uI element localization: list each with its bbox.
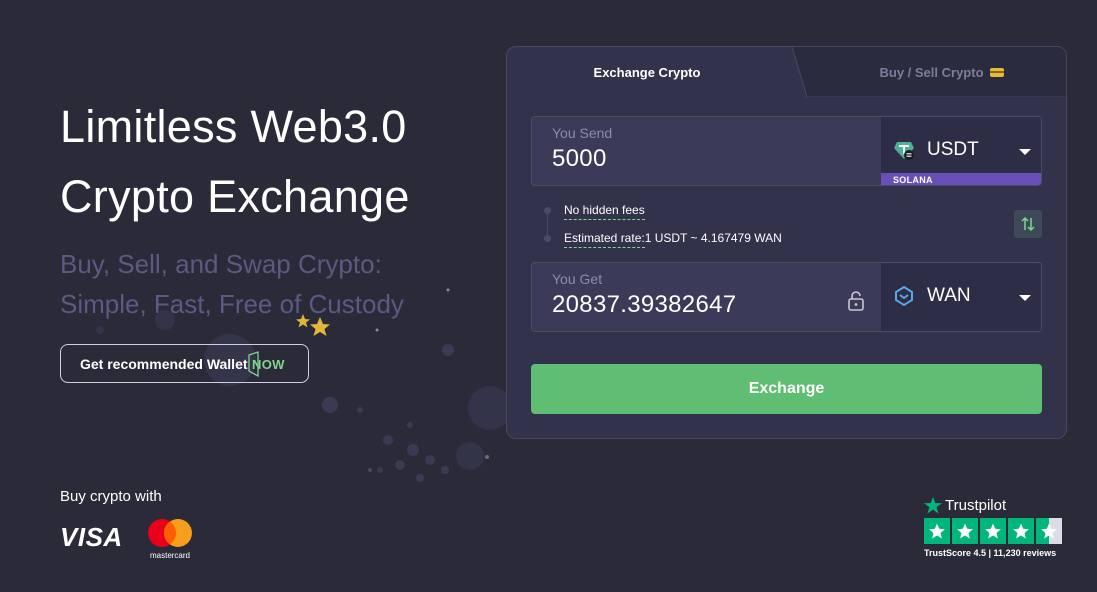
rate-label: Estimated rate: — [564, 231, 645, 248]
trustpilot-rating — [924, 518, 1064, 544]
trustpilot-star-icon — [924, 496, 942, 514]
tab-buy-sell-label: Buy / Sell Crypto — [879, 64, 984, 80]
get-amount-value: 20837.39382647 — [552, 291, 737, 318]
send-field: You Send 5000 USDT SOLANA — [531, 116, 1042, 186]
info-dot — [544, 235, 551, 242]
unlock-icon[interactable] — [847, 290, 865, 312]
buy-crypto-heading: Buy crypto with — [60, 488, 162, 505]
no-hidden-fees-link[interactable]: No hidden fees — [564, 203, 645, 220]
trustpilot-name: Trustpilot — [945, 496, 1007, 514]
wallet-button-label: Get recommended Wallet — [80, 355, 248, 372]
fees-text: No hidden fees — [564, 203, 645, 220]
hero-title-line2: Crypto Exchange — [60, 171, 410, 222]
visa-text: VISA — [60, 522, 123, 552]
star-icon — [952, 518, 978, 544]
swap-currencies-button[interactable] — [1014, 210, 1042, 238]
mastercard-logo: mastercard — [148, 519, 192, 560]
credit-card-icon — [989, 67, 1004, 77]
exchange-widget: Exchange Crypto Buy / Sell Crypto You Se… — [506, 46, 1067, 439]
star-icon — [1008, 518, 1034, 544]
get-recommended-wallet-button[interactable]: Get recommended Wallet NOW — [60, 344, 309, 383]
trustpilot-widget[interactable]: Trustpilot TrustScore 4.5 | 11,230 revie… — [924, 494, 1064, 558]
get-label: You Get — [552, 271, 603, 287]
info-dot — [544, 207, 551, 214]
hero-title: Limitless Web3.0 Crypto Exchange — [60, 92, 500, 232]
hero-subtitle: Buy, Sell, and Swap Crypto: Simple, Fast… — [60, 244, 500, 324]
hero-subtitle-line1: Buy, Sell, and Swap Crypto: — [60, 249, 382, 279]
send-currency-selector[interactable]: USDT SOLANA — [881, 117, 1041, 185]
estimated-rate[interactable]: Estimated rate:1 USDT ~ 4.167479 WAN — [564, 231, 782, 248]
wanchain-icon — [895, 285, 913, 307]
tether-icon — [894, 142, 914, 160]
hero-title-line1: Limitless Web3.0 — [60, 101, 407, 152]
visa-logo: VISA — [60, 522, 123, 553]
star-icon — [924, 518, 950, 544]
rate-value: 1 USDT ~ 4.167479 WAN — [644, 231, 782, 245]
send-currency-name: USDT — [927, 139, 979, 160]
trustpilot-score: TrustScore 4.5 | 11,230 reviews — [924, 548, 1057, 558]
tab-exchange-crypto[interactable]: Exchange Crypto — [507, 47, 807, 97]
send-label: You Send — [552, 125, 613, 141]
mastercard-text: mastercard — [150, 551, 190, 560]
now-badge-text: NOW — [252, 357, 285, 372]
tab-buy-sell-crypto[interactable]: Buy / Sell Crypto — [817, 47, 1066, 97]
get-currency-name: WAN — [927, 285, 971, 306]
chevron-down-icon — [1019, 295, 1031, 301]
star-icon — [980, 518, 1006, 544]
send-amount-input[interactable]: 5000 — [552, 145, 607, 173]
network-badge: SOLANA — [881, 173, 1041, 185]
now-badge: NOW — [246, 351, 290, 378]
half-star-icon — [1036, 518, 1062, 544]
get-field: You Get 20837.39382647 WAN — [531, 262, 1042, 332]
exchange-tabs: Exchange Crypto Buy / Sell Crypto — [507, 47, 1066, 97]
hero-subtitle-line2: Simple, Fast, Free of Custody — [60, 289, 404, 319]
chevron-down-icon — [1019, 149, 1031, 155]
exchange-button[interactable]: Exchange — [531, 364, 1042, 414]
swap-arrows-icon — [1021, 216, 1035, 232]
get-currency-selector[interactable]: WAN — [881, 263, 1041, 331]
hero: Limitless Web3.0 Crypto Exchange Buy, Se… — [60, 92, 500, 324]
